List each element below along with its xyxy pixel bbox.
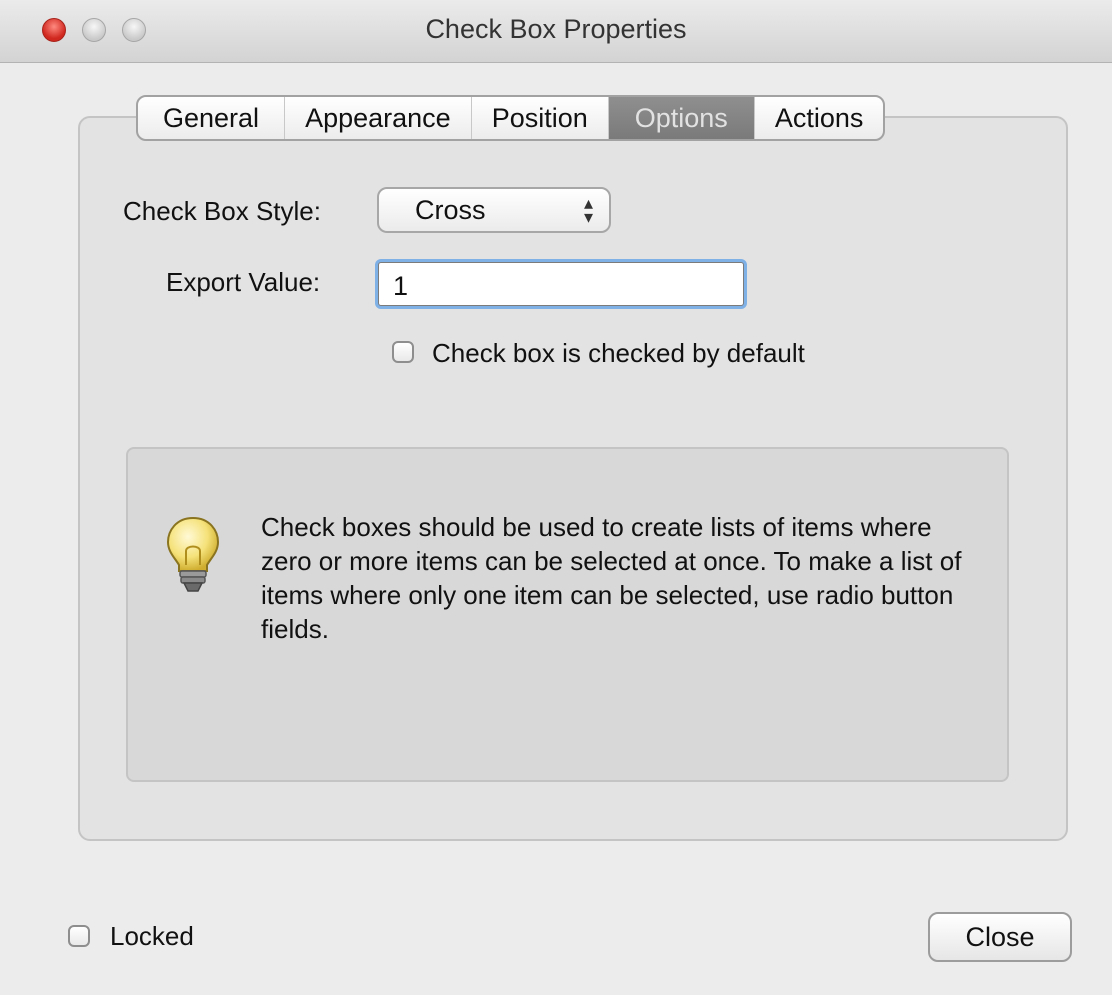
tab-appearance[interactable]: Appearance bbox=[285, 97, 472, 139]
tab-position[interactable]: Position bbox=[472, 97, 609, 139]
locked-label: Locked bbox=[110, 921, 194, 951]
check-box-style-select[interactable]: Cross ▴ ▾ bbox=[377, 187, 611, 233]
close-button[interactable]: Close bbox=[928, 912, 1072, 962]
tab-bar: General Appearance Position Options Acti… bbox=[136, 95, 886, 141]
title-bar: Check Box Properties bbox=[0, 0, 1112, 63]
export-value-input[interactable]: 1 bbox=[378, 262, 744, 306]
default-checked-label: Check box is checked by default bbox=[432, 338, 805, 368]
dialog-window: Check Box Properties General Appearance … bbox=[0, 0, 1112, 995]
info-text: Check boxes should be used to create lis… bbox=[261, 512, 962, 644]
window-title: Check Box Properties bbox=[425, 14, 687, 44]
locked-checkbox[interactable] bbox=[68, 925, 90, 947]
export-value-label: Export Value: bbox=[166, 267, 321, 297]
tab-options[interactable]: Options bbox=[608, 97, 755, 139]
check-box-style-value: Cross bbox=[415, 195, 486, 225]
lightbulb-icon bbox=[166, 516, 220, 592]
tab-general[interactable]: General bbox=[138, 97, 286, 139]
check-box-style-label: Check Box Style: bbox=[123, 196, 321, 226]
default-checked-checkbox[interactable] bbox=[392, 341, 414, 363]
tab-actions[interactable]: Actions bbox=[755, 97, 884, 139]
up-down-arrows-icon: ▴ ▾ bbox=[583, 193, 593, 227]
